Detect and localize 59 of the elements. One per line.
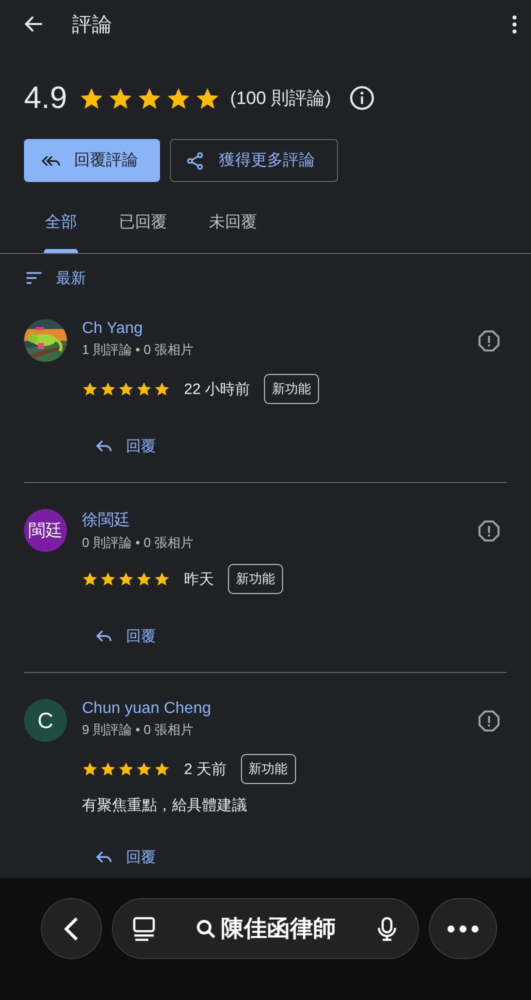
reviewer-name[interactable]: Chun yuan Cheng: [82, 700, 211, 718]
star-icon: [79, 86, 104, 110]
new-feature-tag: 新功能: [240, 754, 296, 784]
star-icon: [118, 571, 134, 587]
report-icon: [477, 329, 501, 353]
average-rating: 4.9: [24, 80, 68, 116]
reply-reviews-button[interactable]: 回覆評論: [24, 139, 160, 182]
star-icon: [100, 761, 116, 777]
review-time: 22 小時前: [184, 380, 250, 398]
reply-button[interactable]: 回覆: [84, 839, 166, 875]
star-icon: [118, 761, 134, 777]
star-icon: [154, 761, 170, 777]
more-horizontal-icon: [446, 924, 480, 934]
avatar: 閩廷: [24, 509, 67, 552]
filter-tab[interactable]: 未回覆: [188, 208, 278, 253]
search-icon: [195, 918, 217, 940]
star-icon: [136, 571, 152, 587]
star-icon: [100, 381, 116, 397]
reviewer-stats: 1 則評論 • 0 張相片: [82, 341, 194, 359]
avatar: C: [24, 699, 67, 742]
new-feature-tag: 新功能: [264, 374, 319, 404]
sort-button[interactable]: 最新: [0, 254, 110, 288]
reviewer-name[interactable]: Ch Yang: [82, 320, 143, 338]
reply-button[interactable]: 回覆: [84, 618, 166, 654]
star-icon: [100, 571, 116, 587]
star-icon: [82, 381, 98, 397]
star-icon: [136, 381, 152, 397]
star-icon: [166, 86, 192, 110]
more-options-button[interactable]: [512, 14, 517, 34]
star-icon: [82, 761, 98, 777]
review-time: 昨天: [184, 570, 214, 588]
get-more-reviews-button[interactable]: 獲得更多評論: [170, 139, 338, 182]
review-text: 有聚焦重點，給具體建議: [82, 796, 248, 815]
star-icon: [82, 571, 98, 587]
new-feature-tag: 新功能: [228, 564, 283, 594]
review-time: 2 天前: [184, 760, 227, 778]
more-vertical-icon: [512, 14, 517, 34]
share-icon: [185, 150, 205, 170]
reply-button[interactable]: 回覆: [84, 428, 166, 464]
filter-tab[interactable]: 全部: [24, 208, 98, 253]
star-icon: [136, 761, 152, 777]
report-icon: [477, 519, 501, 543]
search-query: 陳佳函律師: [221, 914, 336, 943]
report-icon: [477, 709, 501, 733]
star-icon: [154, 381, 170, 397]
reviewer-stats: 0 則評論 • 0 張相片: [82, 534, 194, 552]
page-title: 評論: [72, 12, 113, 38]
star-icon: [137, 86, 162, 110]
star-icon: [118, 381, 134, 397]
filter-tab[interactable]: 已回覆: [98, 208, 188, 253]
address-bar[interactable]: 陳佳函律師: [112, 898, 419, 959]
star-icon: [108, 86, 134, 110]
reviewer-stats: 9 則評論 • 0 張相片: [82, 721, 194, 739]
star-icon: [195, 86, 220, 110]
review-count: (100 則評論): [230, 87, 332, 110]
info-icon: [349, 85, 376, 111]
tabs-icon: [131, 916, 157, 942]
reviewer-name[interactable]: 徐閩廷: [82, 510, 130, 531]
star-icon: [154, 571, 170, 587]
